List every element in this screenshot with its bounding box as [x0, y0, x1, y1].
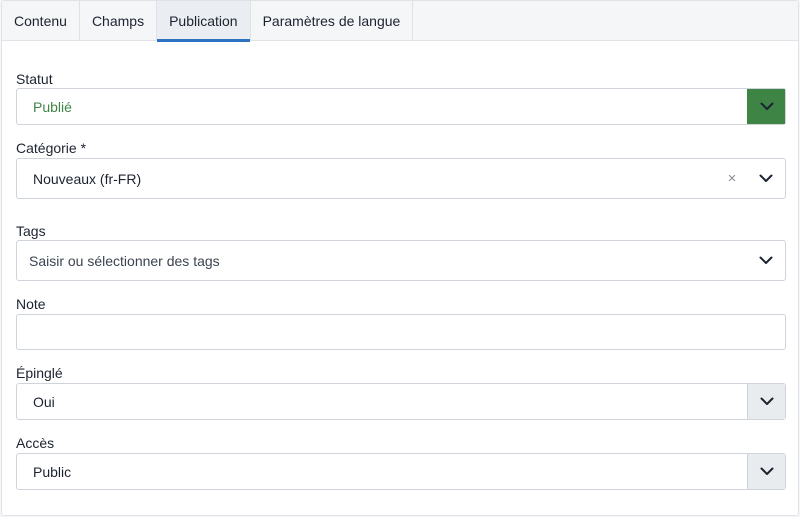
note-input[interactable]	[16, 314, 786, 350]
epingle-label: Épinglé	[16, 365, 63, 381]
statut-value: Publié	[33, 98, 72, 115]
categorie-select[interactable]: Nouveaux (fr-FR) ×	[16, 158, 786, 199]
epingle-value: Oui	[33, 393, 55, 410]
tab-parametres-de-langue[interactable]: Paramètres de langue	[251, 1, 414, 41]
tags-dropdown-button[interactable]	[747, 241, 785, 280]
tab-publication[interactable]: Publication	[157, 1, 251, 42]
categorie-value: Nouveaux (fr-FR)	[33, 170, 142, 187]
categorie-dropdown-button[interactable]	[747, 159, 785, 198]
statut-select[interactable]: Publié	[16, 88, 786, 125]
chevron-down-icon	[760, 102, 774, 111]
acces-value: Public	[33, 463, 72, 480]
statut-label: Statut	[16, 71, 53, 87]
tags-input[interactable]: Saisir ou sélectionner des tags	[16, 240, 786, 281]
close-icon[interactable]: ×	[717, 159, 747, 198]
tags-label: Tags	[16, 223, 46, 239]
statut-dropdown-button[interactable]	[747, 89, 785, 124]
tab-contenu[interactable]: Contenu	[2, 1, 80, 41]
acces-label: Accès	[16, 435, 55, 451]
tab-champs[interactable]: Champs	[80, 1, 158, 41]
acces-select[interactable]: Public	[16, 453, 786, 490]
chevron-down-icon	[759, 174, 773, 183]
publication-panel: Contenu Champs Publication Paramètres de…	[1, 0, 799, 516]
chevron-down-icon	[759, 256, 773, 265]
tab-bar: Contenu Champs Publication Paramètres de…	[2, 1, 798, 42]
categorie-label: Catégorie *	[16, 140, 87, 156]
epingle-dropdown-button[interactable]	[747, 384, 785, 419]
tags-placeholder: Saisir ou sélectionner des tags	[29, 252, 220, 269]
epingle-select[interactable]: Oui	[16, 383, 786, 420]
chevron-down-icon	[760, 467, 774, 476]
chevron-down-icon	[760, 397, 774, 406]
note-label: Note	[16, 296, 46, 312]
acces-dropdown-button[interactable]	[747, 454, 785, 489]
